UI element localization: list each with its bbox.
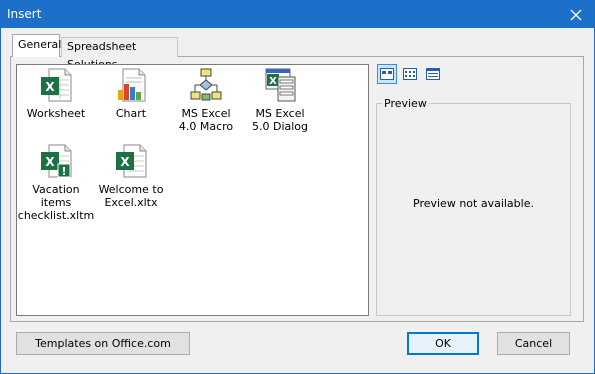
title-bar: Insert <box>1 1 594 28</box>
svg-text:X: X <box>45 80 55 94</box>
ok-button[interactable]: OK <box>407 332 479 355</box>
excel-worksheet-icon: X <box>41 68 72 102</box>
macro-flowchart-icon <box>190 68 222 101</box>
list-view-icon <box>403 68 417 80</box>
item-welcome-excel-label: Welcome to Excel.xltx <box>98 183 164 209</box>
close-icon <box>570 9 582 20</box>
excel-macro-template-icon: X ! <box>41 144 72 178</box>
item-vacation-checklist-label: Vacation items checklist.xltm <box>17 183 95 222</box>
window-title: Insert <box>7 7 42 21</box>
preview-message: Preview not available. <box>413 197 534 210</box>
chart-document-icon <box>118 68 146 102</box>
large-icons-view-button[interactable] <box>377 64 397 84</box>
templates-on-office-button[interactable]: Templates on Office.com <box>16 332 190 355</box>
details-view-icon <box>426 68 440 80</box>
preview-legend: Preview <box>382 97 429 110</box>
item-excel4-macro[interactable]: MS Excel 4.0 Macro <box>166 68 246 133</box>
item-chart[interactable]: Chart <box>91 68 171 120</box>
excel-template-icon: X <box>116 144 147 178</box>
item-chart-label: Chart <box>115 107 147 120</box>
close-button[interactable] <box>558 1 594 28</box>
svg-text:X: X <box>269 76 277 87</box>
list-view-button[interactable] <box>400 64 420 84</box>
cancel-button[interactable]: Cancel <box>497 332 570 355</box>
item-welcome-excel[interactable]: X Welcome to Excel.xltx <box>91 144 171 209</box>
item-excel5-dialog-label: MS Excel 5.0 Dialog <box>251 107 309 133</box>
item-worksheet[interactable]: X Worksheet <box>16 68 96 120</box>
details-view-button[interactable] <box>423 64 443 84</box>
svg-text:X: X <box>120 155 130 169</box>
svg-text:!: ! <box>61 165 66 178</box>
item-worksheet-label: Worksheet <box>26 107 86 120</box>
tab-general[interactable]: General <box>12 34 61 57</box>
large-icons-view-icon <box>380 68 394 80</box>
dialog-sheet-icon: X <box>265 68 296 102</box>
svg-text:X: X <box>45 155 55 169</box>
item-excel4-macro-label: MS Excel 4.0 Macro <box>178 107 234 133</box>
item-excel5-dialog[interactable]: X MS Excel 5.0 Dialog <box>240 68 320 133</box>
item-vacation-checklist[interactable]: X ! Vacation items checklist.xltm <box>16 144 96 222</box>
tab-spreadsheet-solutions[interactable]: Spreadsheet Solutions <box>61 37 178 71</box>
